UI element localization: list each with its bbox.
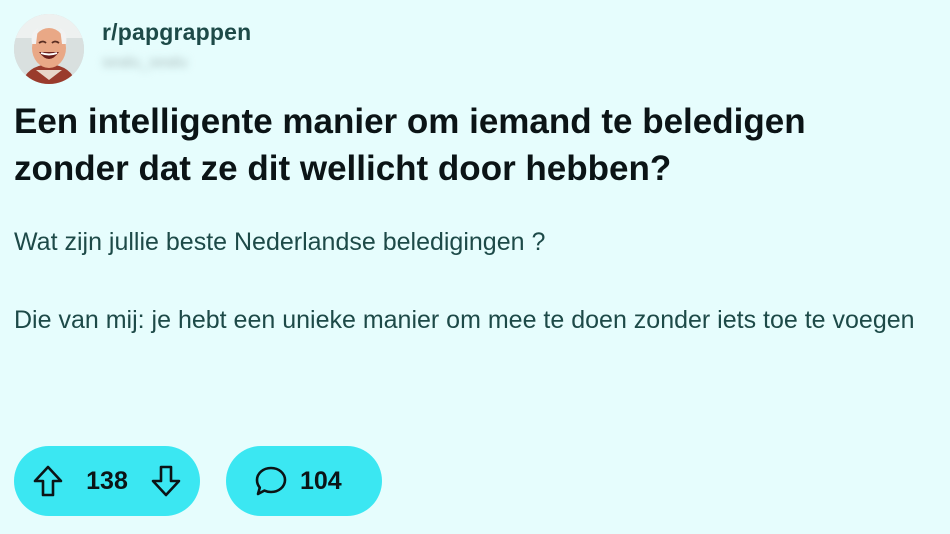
post-title[interactable]: Een intelligente manier om iemand te bel… (14, 98, 924, 192)
arrow-down-icon[interactable] (150, 464, 182, 498)
comment-count: 104 (300, 466, 342, 495)
vote-control: 138 (14, 446, 200, 516)
post-body-paragraph: Die van mij: je hebt een unieke manier o… (14, 306, 915, 334)
post-header: r/papgrappen sealu_sealu (14, 14, 251, 84)
comments-button[interactable]: 104 (226, 446, 382, 516)
vote-count: 138 (86, 466, 128, 495)
post-actions: 138 104 (14, 446, 382, 516)
post-body: Wat zijn jullie beste Nederlandse beledi… (14, 222, 924, 340)
post-meta: r/papgrappen sealu_sealu (102, 14, 251, 72)
subreddit-name[interactable]: r/papgrappen (102, 19, 251, 46)
post-card: r/papgrappen sealu_sealu Een intelligent… (0, 0, 950, 534)
speech-bubble-icon (254, 465, 288, 497)
arrow-up-icon[interactable] (32, 464, 64, 498)
avatar[interactable] (14, 14, 84, 84)
username[interactable]: sealu_sealu (102, 54, 251, 72)
post-body-paragraph: Wat zijn jullie beste Nederlandse beledi… (14, 228, 546, 256)
